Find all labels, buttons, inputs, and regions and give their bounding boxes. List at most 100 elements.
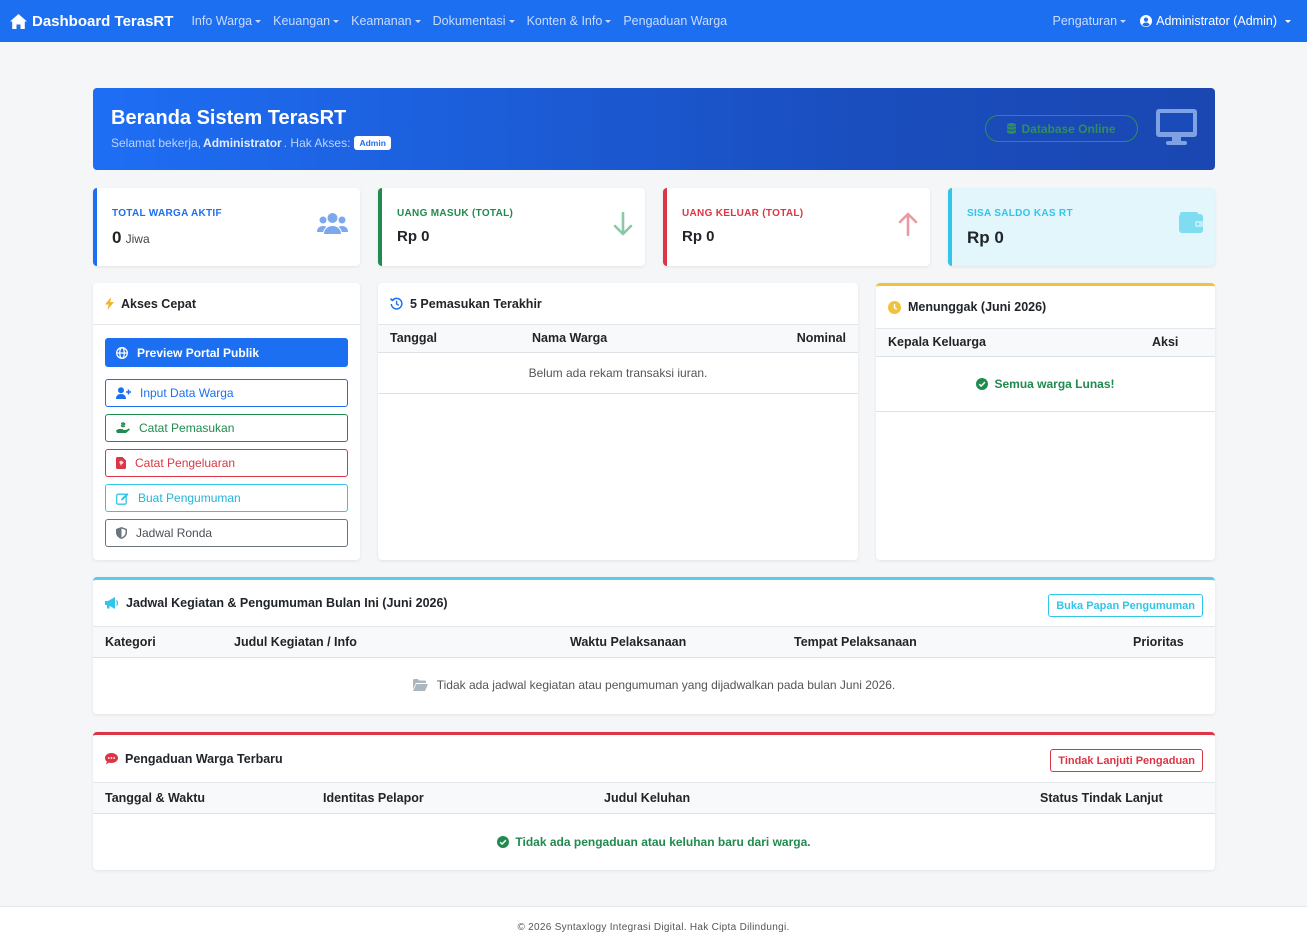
nav-info-warga[interactable]: Info Warga [191, 14, 262, 28]
open-announcement-board-button[interactable]: Buka Papan Pengumuman [1048, 594, 1203, 617]
column-header: Identitas Pelapor [323, 791, 424, 805]
nav-label: Dokumentasi [432, 14, 506, 28]
column-header: Nominal [796, 331, 846, 345]
column-header: Nama Warga [532, 331, 608, 345]
empty-message: Semua warga Lunas! [994, 377, 1115, 391]
welcome-banner: Beranda Sistem TerasRT Selamat bekerja, … [93, 88, 1215, 170]
bullhorn-icon [105, 597, 119, 609]
column-header: Judul Keluhan [604, 791, 691, 805]
user-menu[interactable]: Administrator (Admin) [1140, 14, 1291, 28]
nav-label: Konten & Info [526, 14, 603, 28]
complaints-card: Pengaduan Warga Terbaru Tindak Lanjuti P… [93, 732, 1215, 870]
input-data-warga-button[interactable]: Input Data Warga [105, 379, 348, 407]
caret-down-icon [333, 19, 340, 23]
caret-down-icon [414, 19, 421, 23]
button-label: Catat Pengeluaran [135, 456, 236, 470]
nav-keuangan[interactable]: Keuangan [273, 14, 340, 28]
globe-icon [116, 346, 128, 359]
arrow-up-icon [898, 212, 918, 236]
footer: © 2026 Syntaxlogy Integrasi Digital. Hak… [0, 906, 1307, 948]
nav-keamanan[interactable]: Keamanan [351, 14, 421, 28]
table-header: Kategori Judul Kegiatan / Info Waktu Pel… [93, 627, 1215, 658]
stat-total-warga: TOTAL WARGA AKTIF 0 Jiwa [93, 188, 360, 266]
follow-up-complaints-button[interactable]: Tindak Lanjuti Pengaduan [1050, 749, 1203, 772]
brand-text: Dashboard TerasRT [32, 12, 174, 30]
column-header: Tanggal & Waktu [105, 791, 205, 805]
recent-income-card: 5 Pemasukan Terakhir Tanggal Nama Warga … [378, 283, 858, 560]
page-title: Beranda Sistem TerasRT [111, 107, 347, 129]
user-name: Administrator (Admin) [1156, 14, 1277, 28]
catat-pengeluaran-button[interactable]: Catat Pengeluaran [105, 449, 348, 477]
empty-table-row: Tidak ada pengaduan atau keluhan baru da… [93, 814, 1215, 869]
column-header: Kategori [105, 635, 156, 649]
button-label: Buka Papan Pengumuman [1056, 599, 1195, 612]
card-title: 5 Pemasukan Terakhir [410, 296, 542, 311]
stat-unit: Jiwa [125, 232, 150, 246]
file-invoice-icon [116, 457, 126, 469]
shield-icon [116, 527, 127, 539]
top-navbar: Dashboard TerasRT Info Warga Keuangan Ke… [0, 0, 1307, 42]
table-header: Tanggal & Waktu Identitas Pelapor Judul … [93, 783, 1215, 814]
card-header: Pengaduan Warga Terbaru Tindak Lanjuti P… [93, 735, 1215, 783]
greeting-user: Administrator [203, 136, 282, 150]
caret-down-icon [605, 19, 612, 23]
folder-open-icon [412, 679, 428, 691]
column-header: Tempat Pelaksanaan [794, 635, 917, 649]
jadwal-ronda-button[interactable]: Jadwal Ronda [105, 519, 348, 547]
empty-message: Belum ada rekam transaksi iuran. [528, 366, 708, 380]
card-title: Pengaduan Warga Terbaru [125, 751, 283, 766]
button-label: Tindak Lanjuti Pengaduan [1058, 754, 1195, 767]
stat-label: UANG KELUAR (TOTAL) [682, 208, 804, 219]
preview-portal-button[interactable]: Preview Portal Publik [105, 338, 348, 367]
copyright-text: © 2026 Syntaxlogy Integrasi Digital. Hak… [517, 922, 790, 933]
access-label: . Hak Akses: [283, 136, 351, 150]
nav-pengaduan-warga[interactable]: Pengaduan Warga [623, 14, 727, 28]
nav-label: Pengaduan Warga [623, 14, 728, 28]
desktop-icon [1156, 109, 1197, 145]
stat-value: Rp 0 [682, 228, 715, 245]
database-status-badge: Database Online [985, 115, 1138, 142]
stat-saldo-kas: SISA SALDO KAS RT Rp 0 [948, 188, 1215, 266]
user-plus-icon [116, 387, 131, 399]
home-icon [10, 13, 27, 29]
arrow-down-icon [613, 212, 633, 236]
history-icon [390, 297, 403, 310]
nav-dokumentasi[interactable]: Dokumentasi [433, 14, 515, 28]
comment-dots-icon [105, 752, 118, 764]
stat-value: Rp 0 [967, 228, 1004, 247]
stat-label: SISA SALDO KAS RT [967, 208, 1073, 219]
greeting: Selamat bekerja, [111, 136, 202, 150]
database-status-text: Database Online [1021, 121, 1116, 136]
stat-value: Rp 0 [397, 228, 430, 245]
schedule-card: Jadwal Kegiatan & Pengumuman Bulan Ini (… [93, 577, 1215, 714]
nav-label: Info Warga [191, 14, 253, 28]
buat-pengumuman-button[interactable]: Buat Pengumuman [105, 484, 348, 512]
nav-label: Pengaturan [1052, 14, 1118, 28]
column-header: Aksi [1152, 335, 1179, 349]
card-header: Akses Cepat [93, 283, 360, 325]
quick-access-card: Akses Cepat Preview Portal Publik Input … [93, 283, 360, 560]
card-header: Menunggak (Juni 2026) [876, 286, 1215, 329]
stat-number: 0 [112, 228, 122, 247]
card-title: Menunggak (Juni 2026) [908, 300, 1047, 314]
column-header: Judul Kegiatan / Info [234, 635, 357, 649]
empty-table-row: Belum ada rekam transaksi iuran. [378, 353, 858, 394]
card-title: Akses Cepat [121, 296, 197, 311]
brand-link[interactable]: Dashboard TerasRT [10, 13, 173, 30]
button-label: Catat Pemasukan [139, 421, 235, 435]
button-label: Jadwal Ronda [136, 526, 213, 540]
role-badge: Admin [354, 136, 391, 150]
button-label: Buat Pengumuman [138, 491, 241, 505]
nav-pengaturan[interactable]: Pengaturan [1052, 14, 1127, 28]
column-header: Kepala Keluarga [888, 335, 986, 349]
nav-konten-info[interactable]: Konten & Info [527, 14, 612, 28]
button-label: Input Data Warga [140, 386, 234, 400]
bolt-icon [105, 297, 114, 310]
column-header: Waktu Pelaksanaan [570, 635, 687, 649]
nav-right: Pengaturan Administrator (Admin) [1052, 14, 1297, 28]
button-label: Preview Portal Publik [137, 345, 260, 360]
catat-pemasukan-button[interactable]: Catat Pemasukan [105, 414, 348, 442]
welcome-text: Selamat bekerja, Administrator . Hak Aks… [111, 136, 391, 150]
database-icon [1007, 123, 1017, 134]
column-header: Tanggal [390, 331, 437, 345]
